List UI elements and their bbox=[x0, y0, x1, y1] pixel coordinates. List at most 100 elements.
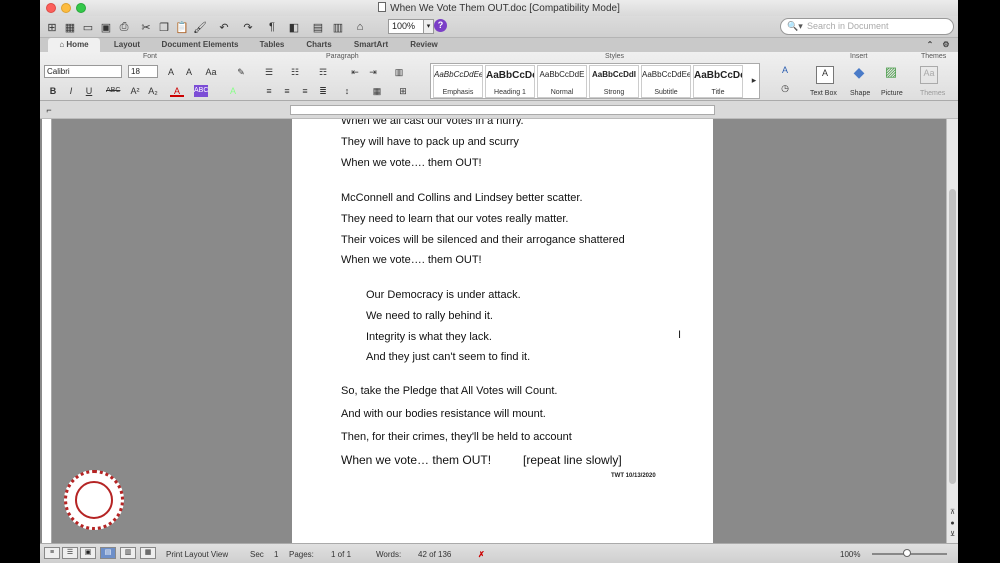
repeat-note[interactable]: [repeat line slowly] bbox=[523, 453, 622, 467]
open-folder-icon[interactable]: ▭ bbox=[80, 19, 96, 35]
text-box-icon[interactable]: A bbox=[816, 66, 834, 84]
shading-icon[interactable]: ▦ bbox=[370, 85, 384, 97]
document-page[interactable]: When we all cast our votes in a hurry. T… bbox=[292, 119, 713, 543]
text-box-label[interactable]: Text Box bbox=[810, 90, 837, 97]
draft-view-icon[interactable]: ≡ bbox=[44, 547, 60, 559]
clear-formatting-icon[interactable]: ✎ bbox=[234, 66, 248, 78]
poem-line[interactable]: Integrity is what they lack. bbox=[366, 331, 492, 343]
themes-label[interactable]: Themes bbox=[920, 90, 945, 97]
underline-button[interactable]: U bbox=[82, 85, 96, 97]
gallery-icon[interactable]: ▤ bbox=[310, 19, 326, 35]
picture-icon[interactable]: ▨ bbox=[882, 65, 900, 84]
poem-line[interactable]: When we vote…. them OUT! bbox=[341, 254, 482, 266]
justify-icon[interactable]: ≣ bbox=[316, 85, 330, 97]
poem-line[interactable]: We need to rally behind it. bbox=[366, 310, 493, 322]
columns-icon[interactable]: ▥ bbox=[392, 66, 406, 78]
next-page-icon[interactable]: ⊻ bbox=[947, 529, 958, 541]
picture-label[interactable]: Picture bbox=[881, 90, 903, 97]
ribbon-settings-icon[interactable]: ⚙ bbox=[938, 38, 954, 52]
numbering-icon[interactable]: ☷ bbox=[288, 66, 302, 78]
subscript-button[interactable]: A₂ bbox=[146, 85, 160, 97]
undo-icon[interactable]: ↶ bbox=[216, 19, 232, 35]
search-input[interactable]: 🔍▾ Search in Document bbox=[780, 18, 954, 35]
shrink-font-icon[interactable]: A bbox=[182, 66, 196, 78]
copy-icon[interactable]: ❐ bbox=[156, 19, 172, 35]
change-case-icon[interactable]: Aa bbox=[204, 66, 218, 78]
line-spacing-icon[interactable]: ↕ bbox=[340, 85, 354, 97]
poem-line[interactable]: So, take the Pledge that All Votes will … bbox=[341, 385, 557, 397]
font-size-field[interactable]: 18 bbox=[128, 65, 158, 78]
focus-view-icon[interactable]: ▦ bbox=[140, 547, 156, 559]
poem-line[interactable]: And with our bodies resistance will moun… bbox=[341, 408, 546, 420]
bold-button[interactable]: B bbox=[46, 85, 60, 97]
zoom-dropdown-icon[interactable]: ▾ bbox=[424, 19, 434, 34]
tab-tables[interactable]: Tables bbox=[252, 38, 292, 52]
tab-selector-icon[interactable]: ⌐ bbox=[42, 104, 56, 116]
style-title[interactable]: AaBbCcDc Title bbox=[693, 65, 743, 98]
redo-icon[interactable]: ↷ bbox=[240, 19, 256, 35]
poem-line[interactable]: McConnell and Collins and Lindsey better… bbox=[341, 192, 583, 204]
poem-line[interactable]: When we all cast our votes in a hurry. bbox=[341, 119, 524, 127]
poem-line[interactable]: They need to learn that our votes really… bbox=[341, 213, 568, 225]
poem-line[interactable]: Then, for their crimes, they'll be held … bbox=[341, 431, 572, 443]
format-painter-icon[interactable]: 🖌 bbox=[192, 19, 208, 35]
sidebar-icon[interactable]: ◧ bbox=[286, 19, 302, 35]
poem-line[interactable]: When we vote…. them OUT! bbox=[341, 157, 482, 169]
cut-icon[interactable]: ✂ bbox=[138, 19, 154, 35]
align-right-icon[interactable]: ≡ bbox=[298, 85, 312, 97]
collapse-ribbon-icon[interactable]: ⌃ bbox=[924, 38, 936, 52]
poem-line[interactable]: They will have to pack up and scurry bbox=[341, 136, 519, 148]
paragraph-marks-icon[interactable]: ¶ bbox=[264, 19, 280, 35]
print-layout-view-icon[interactable]: ▤ bbox=[100, 547, 116, 559]
notebook-view-icon[interactable]: ▥ bbox=[120, 547, 136, 559]
tab-document-elements[interactable]: Document Elements bbox=[154, 38, 246, 52]
tab-review[interactable]: Review bbox=[402, 38, 446, 52]
zoom-field[interactable]: 100% bbox=[388, 19, 424, 34]
toolbox-icon[interactable]: ▥ bbox=[330, 19, 346, 35]
align-left-icon[interactable]: ≡ bbox=[262, 85, 276, 97]
tab-smartart[interactable]: SmartArt bbox=[346, 38, 396, 52]
publishing-view-icon[interactable]: ▣ bbox=[80, 547, 96, 559]
print-icon[interactable]: ⎙ bbox=[116, 19, 132, 35]
style-options-icon[interactable]: A bbox=[778, 64, 792, 76]
decrease-indent-icon[interactable]: ⇤ bbox=[348, 66, 362, 78]
styles-pane-icon[interactable]: ◷ bbox=[778, 82, 792, 94]
style-heading-1[interactable]: AaBbCcDc Heading 1 bbox=[485, 65, 535, 98]
highlight-button[interactable]: ABC bbox=[194, 85, 208, 97]
poem-line[interactable]: When we vote… them OUT! bbox=[341, 453, 491, 467]
paste-icon[interactable]: 📋 bbox=[174, 19, 190, 35]
font-name-field[interactable]: Calibri bbox=[44, 65, 122, 78]
poem-line[interactable]: Our Democracy is under attack. bbox=[366, 289, 521, 301]
grow-font-icon[interactable]: A bbox=[164, 66, 178, 78]
ruler-bar[interactable] bbox=[290, 105, 715, 115]
media-browser-icon[interactable]: ⌂ bbox=[352, 19, 368, 35]
increase-indent-icon[interactable]: ⇥ bbox=[366, 66, 380, 78]
new-document-icon[interactable]: ⊞ bbox=[44, 19, 60, 35]
italic-button[interactable]: I bbox=[64, 85, 78, 97]
vertical-scrollbar[interactable]: ⊼ ● ⊻ bbox=[946, 119, 958, 543]
shape-icon[interactable]: ◆ bbox=[850, 65, 868, 84]
multilevel-list-icon[interactable]: ☶ bbox=[316, 66, 330, 78]
tab-home[interactable]: ⌂ Home bbox=[48, 38, 100, 52]
style-normal[interactable]: AaBbCcDdE Normal bbox=[537, 65, 587, 98]
text-effects-icon[interactable]: A bbox=[226, 85, 240, 97]
outline-view-icon[interactable]: ☰ bbox=[62, 547, 78, 559]
style-subtitle[interactable]: AaBbCcDdEe Subtitle bbox=[641, 65, 691, 98]
bullets-icon[interactable]: ☰ bbox=[262, 66, 276, 78]
styles-next-icon[interactable]: ▸ bbox=[747, 74, 761, 86]
save-icon[interactable]: ▣ bbox=[98, 19, 114, 35]
zoom-slider-knob[interactable] bbox=[903, 549, 911, 557]
themes-icon[interactable]: Aa bbox=[920, 66, 938, 84]
align-center-icon[interactable]: ≡ bbox=[280, 85, 294, 97]
superscript-button[interactable]: A² bbox=[128, 85, 142, 97]
scrollbar-thumb[interactable] bbox=[949, 189, 956, 484]
strikethrough-button[interactable]: ABC bbox=[106, 85, 120, 97]
font-color-button[interactable]: A bbox=[170, 85, 184, 97]
signature-text[interactable]: TWT 10/13/2020 bbox=[611, 473, 656, 479]
zoom-slider[interactable] bbox=[872, 549, 947, 557]
tab-layout[interactable]: Layout bbox=[106, 38, 148, 52]
poem-line[interactable]: Their voices will be silenced and their … bbox=[341, 234, 625, 246]
style-emphasis[interactable]: AaBbCcDdEe Emphasis bbox=[433, 65, 483, 98]
style-strong[interactable]: AaBbCcDdI Strong bbox=[589, 65, 639, 98]
shape-label[interactable]: Shape bbox=[850, 90, 870, 97]
